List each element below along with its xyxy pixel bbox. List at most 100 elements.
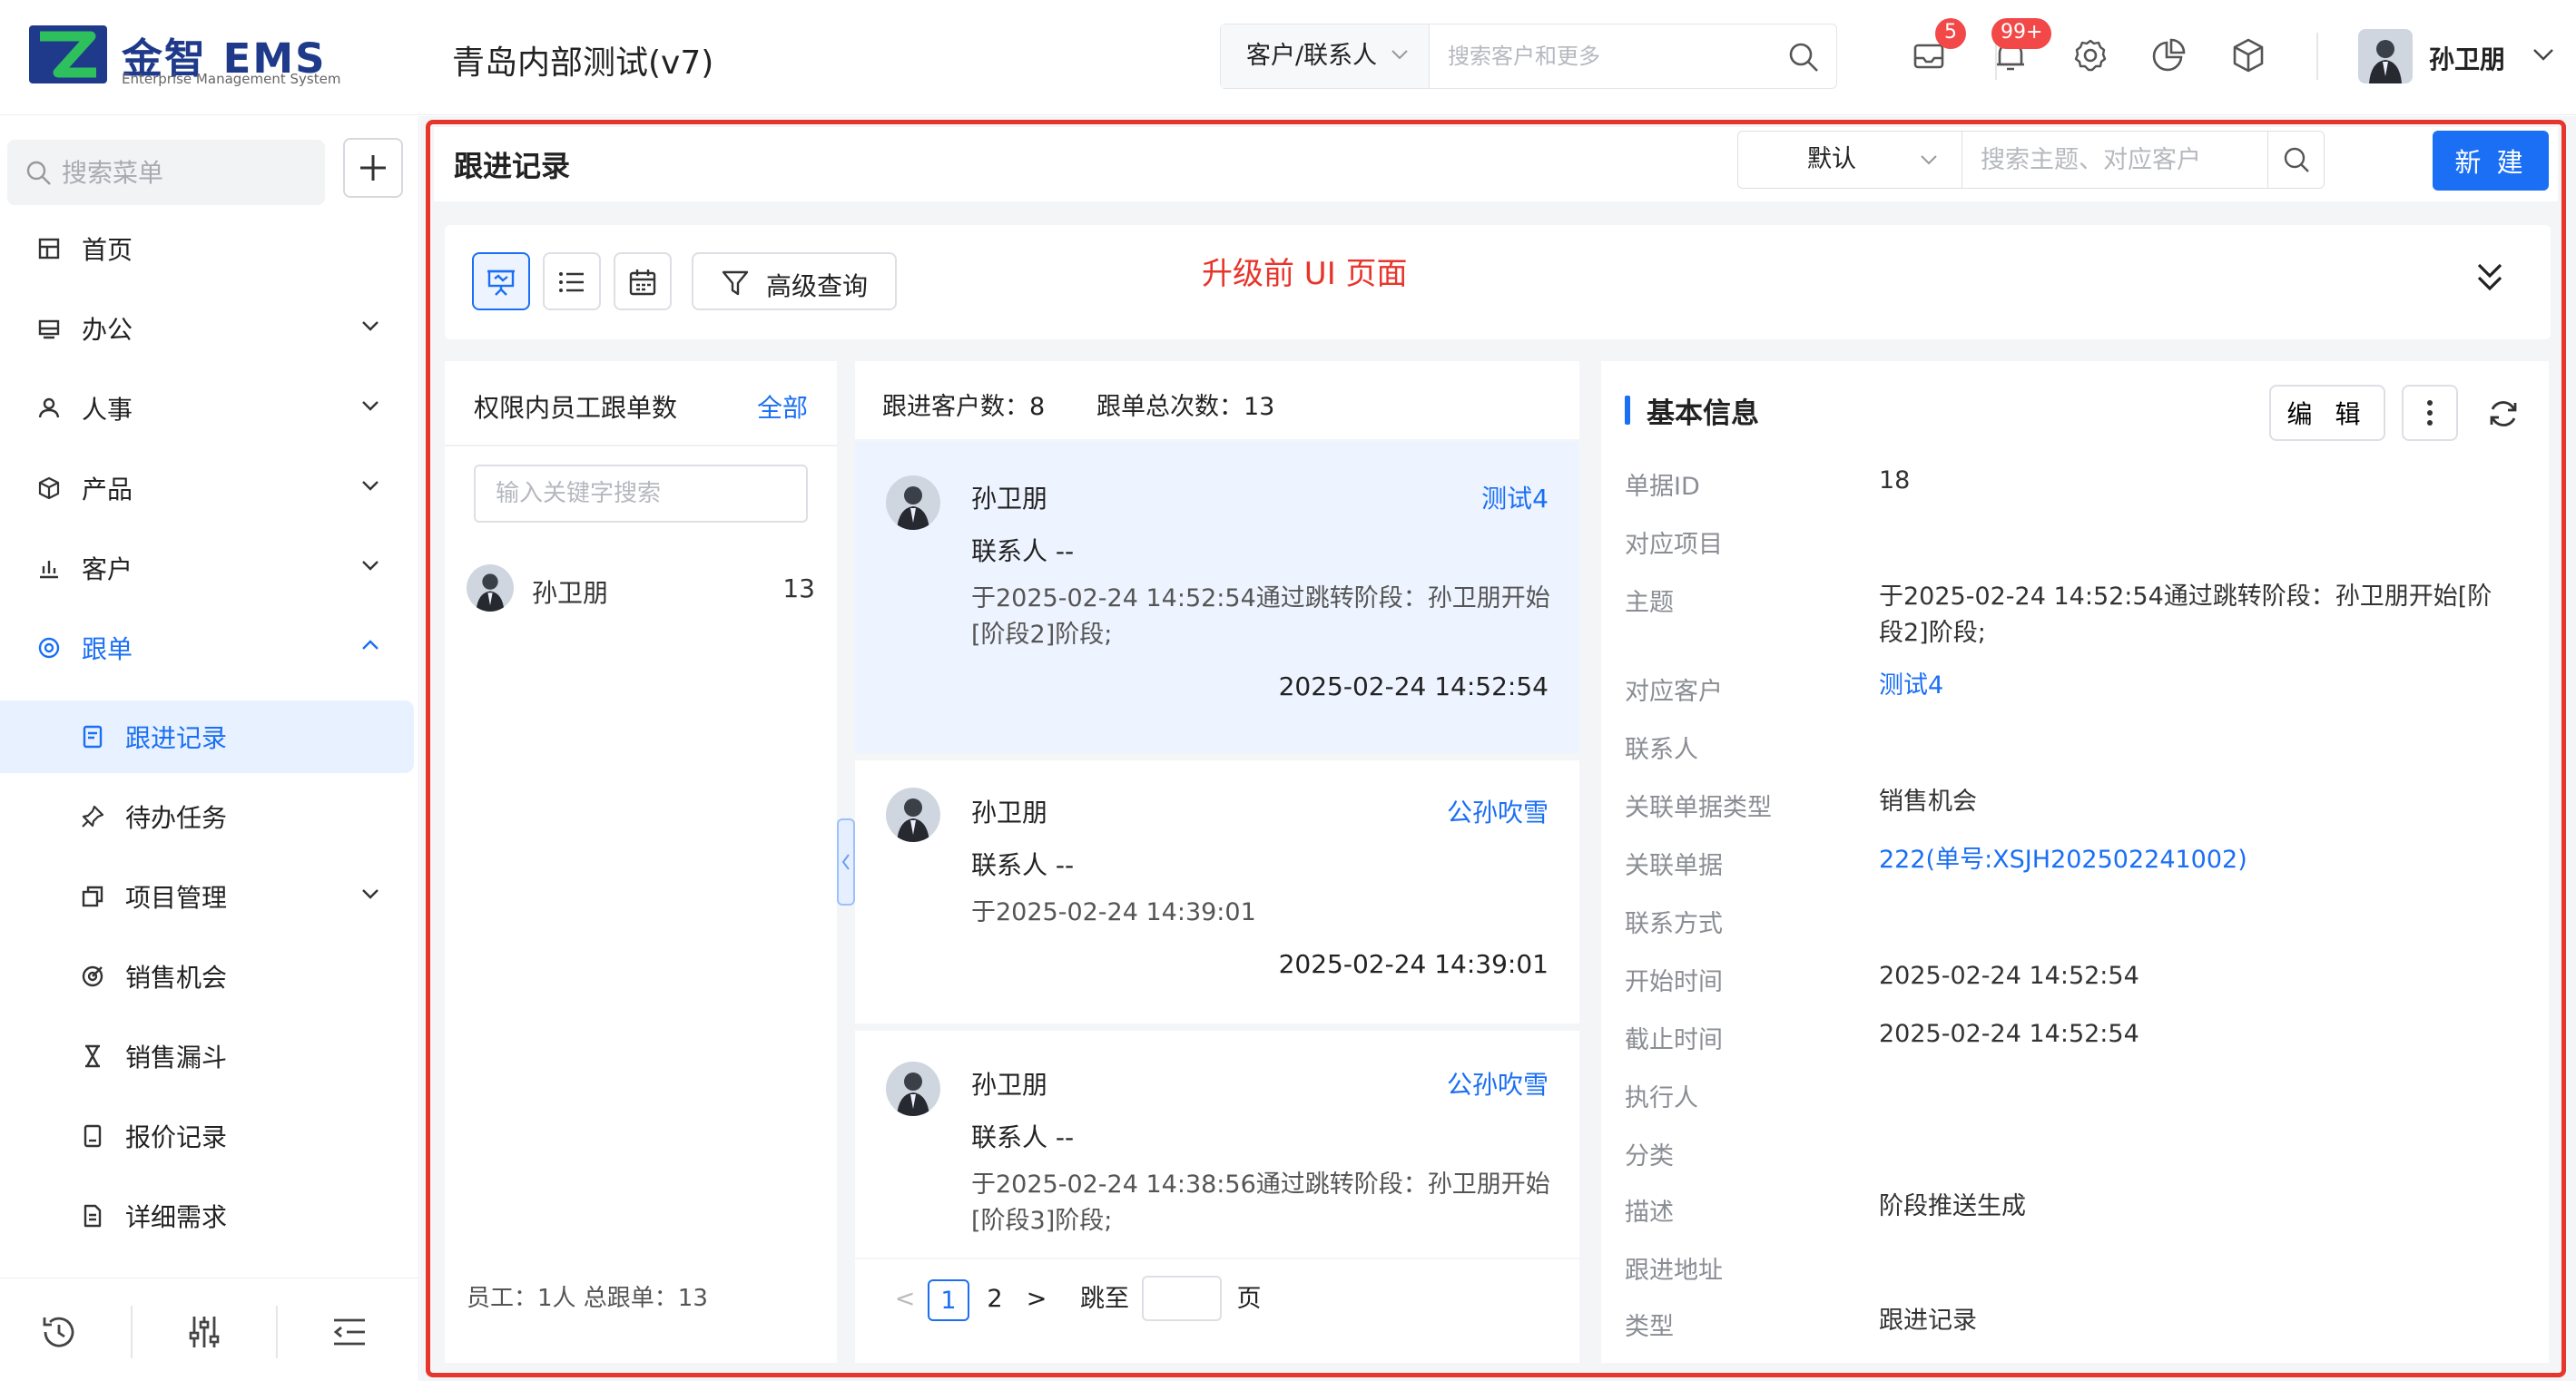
view-toolbar: 高级查询 升级前 UI 页面 xyxy=(445,225,2551,339)
record-owner: 孙卫朋 xyxy=(971,1070,1048,1100)
global-search-input[interactable] xyxy=(1448,24,1775,88)
field-value: 跟进记录 xyxy=(1879,1307,1977,1335)
new-record-button[interactable]: 新 建 xyxy=(2433,131,2549,191)
customer-link[interactable]: 测试4 xyxy=(1879,668,2514,704)
pin-icon xyxy=(82,805,104,828)
record-card[interactable]: 孙卫朋 公孙吹雪 联系人 -- 于2025-02-24 14:38:56通过跳转… xyxy=(855,1031,1579,1258)
employee-panel: 权限内员工跟单数 全部 孙卫朋 13 员工：1人 总跟单：13 xyxy=(445,361,837,1363)
list-view-button[interactable] xyxy=(543,252,601,310)
field-label: 描述 xyxy=(1625,1199,1674,1227)
brand-subtitle: Enterprise Management System xyxy=(122,71,341,87)
settings-button[interactable] xyxy=(2070,34,2111,76)
add-menu-button[interactable] xyxy=(343,138,403,198)
sidebar-item-projects[interactable]: 项目管理 xyxy=(0,860,419,933)
record-customer-link[interactable]: 公孙吹雪 xyxy=(1447,793,1549,829)
card-view-button[interactable] xyxy=(472,252,530,310)
chevron-down-icon xyxy=(362,889,379,899)
reports-button[interactable] xyxy=(2148,34,2189,76)
field-label: 类型 xyxy=(1625,1313,1674,1341)
presentation-icon xyxy=(487,269,515,296)
sidebar-item-followup[interactable]: 跟单 xyxy=(0,612,419,684)
record-customer-link[interactable]: 公孙吹雪 xyxy=(1447,1065,1549,1102)
avatar xyxy=(886,475,940,530)
customer-count: 跟进客户数：8 xyxy=(882,393,1046,421)
chevron-down-icon[interactable] xyxy=(2532,47,2554,62)
page-1-button[interactable]: 1 xyxy=(928,1279,969,1321)
contact-label: 联系人 xyxy=(971,536,1048,566)
refresh-button[interactable] xyxy=(2485,396,2522,432)
next-page-button[interactable]: > xyxy=(1018,1279,1055,1321)
avatar xyxy=(886,788,940,842)
sidebar-item-products[interactable]: 产品 xyxy=(0,452,419,524)
search-icon[interactable] xyxy=(1787,41,1820,73)
sidebar-item-home[interactable]: 首页 xyxy=(0,212,419,285)
sidebar: 首页 办公 人事 产品 客户 跟单 跟进记录 待办任务 项目管理 销 xyxy=(0,116,419,1381)
username[interactable]: 孙卫朋 xyxy=(2429,40,2505,76)
record-card[interactable]: 孙卫朋 公孙吹雪 联系人 -- 于2025-02-24 14:39:01 202… xyxy=(855,760,1579,1024)
calendar-view-button[interactable] xyxy=(614,252,672,310)
sidebar-item-hr[interactable]: 人事 xyxy=(0,372,419,445)
filter-icon xyxy=(722,270,749,296)
sidebar-item-customers[interactable]: 客户 xyxy=(0,532,419,604)
avatar[interactable] xyxy=(2358,29,2413,83)
advanced-query-button[interactable]: 高级查询 xyxy=(692,252,897,310)
history-icon xyxy=(43,1317,74,1347)
edit-button[interactable]: 编 辑 xyxy=(2269,385,2385,441)
related-document-link[interactable]: 222(单号:XSJH202502241002) xyxy=(1879,842,2514,878)
field-label: 执行人 xyxy=(1625,1084,1698,1112)
app-logo[interactable]: 金智 EMS Enterprise Management System xyxy=(27,24,340,89)
page-2-button[interactable]: 2 xyxy=(977,1279,1013,1321)
record-owner: 孙卫朋 xyxy=(971,484,1048,514)
sidebar-item-todo[interactable]: 待办任务 xyxy=(0,780,419,853)
jump-page-input[interactable] xyxy=(1142,1276,1222,1321)
topbar-divider xyxy=(2316,33,2318,80)
avatar xyxy=(886,1062,940,1116)
field-label: 主题 xyxy=(1625,589,1674,617)
apps-button[interactable] xyxy=(2227,34,2269,76)
notification-button[interactable]: 99+ xyxy=(1990,18,2052,76)
employee-name: 孙卫朋 xyxy=(532,578,609,608)
section-accent-bar xyxy=(1625,396,1630,425)
sidebar-item-office[interactable]: 办公 xyxy=(0,292,419,365)
search-type-select[interactable]: 客户/联系人 xyxy=(1221,24,1430,88)
show-all-link[interactable]: 全部 xyxy=(757,388,808,425)
footer-divider xyxy=(131,1306,133,1358)
record-customer-link[interactable]: 测试4 xyxy=(1481,479,1549,515)
sidebar-item-requirements[interactable]: 详细需求 xyxy=(0,1180,419,1252)
employee-row[interactable]: 孙卫朋 13 xyxy=(467,559,815,617)
view-select[interactable]: 默认 xyxy=(1737,131,1962,189)
panel-resize-handle[interactable] xyxy=(837,818,855,906)
prev-page-button[interactable]: < xyxy=(891,1279,919,1321)
record-search xyxy=(1961,131,2325,189)
jump-label: 跳至 xyxy=(1080,1285,1129,1313)
mail-button[interactable]: 5 xyxy=(1908,18,1966,76)
sidebar-item-funnel[interactable]: 销售漏斗 xyxy=(0,1020,419,1092)
record-search-button[interactable] xyxy=(2267,132,2324,188)
more-button[interactable] xyxy=(2402,385,2458,441)
field-value: 阶段推送生成 xyxy=(1879,1192,2026,1220)
employee-summary: 员工：1人 总跟单：13 xyxy=(467,1285,708,1312)
collapse-sidebar-button[interactable] xyxy=(327,1309,372,1355)
record-card[interactable]: 孙卫朋 测试4 联系人 -- 于2025-02-24 14:52:54通过跳转阶… xyxy=(855,441,1579,753)
company-name: 青岛内部测试(v7) xyxy=(452,44,714,82)
collapse-toolbar-button[interactable] xyxy=(2465,252,2514,301)
record-stats: 跟进客户数：8 跟单总次数：13 xyxy=(855,361,1579,439)
mail-badge: 5 xyxy=(1935,18,1966,49)
home-grid-icon xyxy=(38,238,60,260)
menu-search-input[interactable] xyxy=(62,140,316,205)
sidebar-item-opportunities[interactable]: 销售机会 xyxy=(0,940,419,1013)
filter-settings-button[interactable] xyxy=(182,1309,227,1355)
record-search-input[interactable] xyxy=(1981,132,2271,188)
record-description: 于2025-02-24 14:38:56通过跳转阶段：孙卫朋开始[阶段3]阶段; xyxy=(971,1170,1550,1235)
contact-value: -- xyxy=(1055,1122,1075,1152)
employee-search-input[interactable] xyxy=(474,465,808,523)
contact-label: 联系人 xyxy=(971,850,1048,880)
sidebar-item-quotes[interactable]: 报价记录 xyxy=(0,1100,419,1172)
calendar-icon xyxy=(629,269,656,296)
sidebar-item-followup-records[interactable]: 跟进记录 xyxy=(0,700,414,773)
chevron-down-icon xyxy=(362,401,379,411)
employee-panel-title: 权限内员工跟单数 xyxy=(474,393,678,423)
history-button[interactable] xyxy=(36,1309,82,1355)
field-label: 单据ID xyxy=(1625,473,1700,501)
collapse-menu-icon xyxy=(333,1318,365,1346)
